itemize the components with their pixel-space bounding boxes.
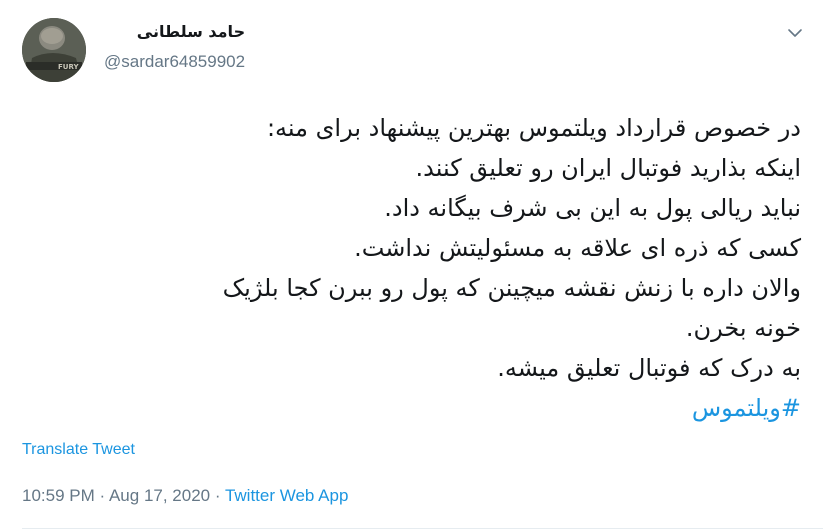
avatar-image: FURY [22,18,86,82]
chevron-down-icon [788,29,802,37]
tweet-card: FURY حامد سلطانی @sardar64859902 در خصوص… [0,0,823,530]
meta-separator: · [99,486,106,505]
more-options-button[interactable] [784,22,806,44]
tweet-text: در خصوص قرارداد ویلتموس بهترین پیشنهاد ب… [21,108,801,428]
author-block: حامد سلطانی @sardar64859902 [104,22,245,72]
tweet-source-link[interactable]: Twitter Web App [225,486,348,505]
tweet-date[interactable]: Aug 17, 2020 [109,486,210,505]
translate-tweet-link[interactable]: Translate Tweet [22,441,135,459]
tweet-text-line: خونه بخرن. [685,314,801,342]
display-name[interactable]: حامد سلطانی [104,22,245,44]
hashtag-link[interactable]: #ویلتموس [692,394,801,422]
meta-separator: · [214,486,221,505]
tweet-text-line: کسی که ذره ای علاقه به مسئولیتش نداشت. [354,234,801,262]
tweet-text-line: اینکه بذارید فوتبال ایران رو تعلیق کنند. [415,154,802,182]
svg-text:FURY: FURY [58,63,79,71]
divider [22,528,823,529]
user-handle[interactable]: @sardar64859902 [104,52,245,72]
tweet-time[interactable]: 10:59 PM [22,486,95,505]
tweet-text-line: در خصوص قرارداد ویلتموس بهترین پیشنهاد ب… [266,114,801,142]
hashtag-line: #ویلتموس [21,388,801,428]
tweet-metadata: 10:59 PM · Aug 17, 2020 · Twitter Web Ap… [22,486,348,506]
tweet-text-line: به درک که فوتبال تعلیق میشه. [497,354,801,382]
tweet-text-line: نباید ریالی پول به این بی شرف بیگانه داد… [384,194,801,222]
avatar[interactable]: FURY [22,18,86,82]
tweet-text-line: والان داره با زنش نقشه میچینن که پول رو … [222,274,801,302]
